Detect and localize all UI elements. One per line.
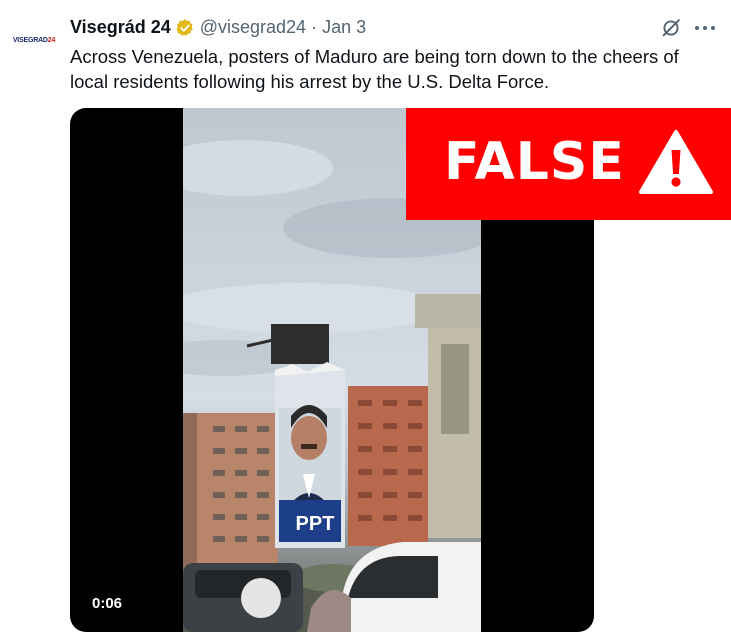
more-icon[interactable] [695, 26, 715, 32]
video-timestamp: 0:06 [92, 595, 123, 612]
grok-icon[interactable] [660, 17, 682, 39]
false-label: FALSE [444, 132, 625, 192]
verified-badge-icon [176, 18, 193, 36]
avatar[interactable]: VISEGRAD24 [6, 12, 62, 68]
separator-dot: · [311, 17, 318, 37]
false-rating-banner: FALSE [406, 108, 731, 220]
author-name[interactable]: Visegrád 24 [70, 17, 171, 38]
tweet-date[interactable]: Jan 3 [322, 17, 366, 38]
tweet-header: Visegrád 24 @visegrad24 · Jan 3 [70, 17, 366, 38]
tweet-text: Across Venezuela, posters of Maduro are … [70, 46, 679, 92]
author-handle[interactable]: @visegrad24 [200, 17, 306, 38]
poster-ppt-text: PPT [296, 513, 335, 535]
warning-icon [639, 130, 713, 194]
avatar-logo-text: VISEGRAD24 [12, 36, 56, 44]
